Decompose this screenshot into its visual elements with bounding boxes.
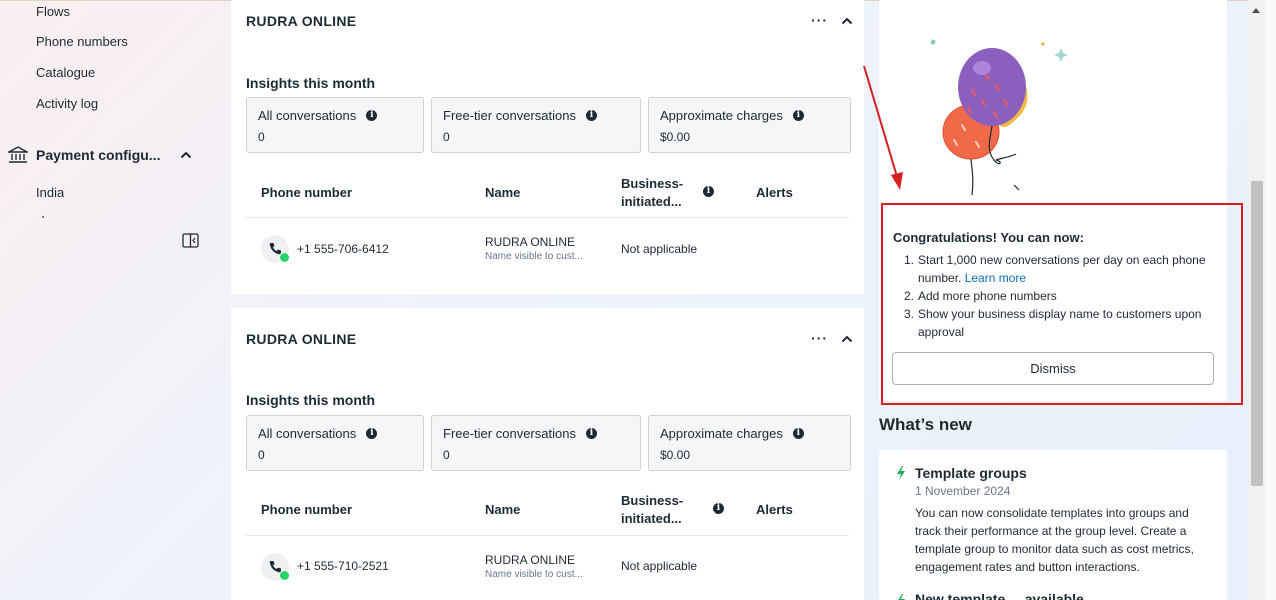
phone-number-cell[interactable]: +1 555-710-2521 <box>297 559 389 573</box>
column-header-name: Name <box>485 185 521 200</box>
metric-approximate-charges: Approximate charges i $0.00 <box>648 415 851 471</box>
column-header-alerts: Alerts <box>756 185 793 200</box>
info-icon[interactable]: i <box>792 110 804 121</box>
phone-icon[interactable] <box>261 235 290 263</box>
chevron-up-icon[interactable] <box>841 335 853 343</box>
phone-icon[interactable] <box>261 553 290 581</box>
account-card: RUDRA ONLINE ··· Insights this month All… <box>231 0 864 294</box>
metric-label: Approximate charges <box>660 108 783 123</box>
metric-value: 0 <box>443 448 450 462</box>
account-name: RUDRA ONLINE <box>246 331 357 347</box>
info-icon[interactable]: i <box>792 428 804 439</box>
metric-value: 0 <box>258 130 265 144</box>
name-subtext: Name visible to cust... <box>485 251 583 262</box>
scroll-up-arrow-icon[interactable] <box>1251 6 1261 14</box>
news-title[interactable]: New template ... available <box>915 591 1084 600</box>
metric-free-tier: Free-tier conversations i 0 <box>431 415 641 471</box>
column-header-name: Name <box>485 502 521 517</box>
news-title[interactable]: Template groups <box>915 465 1027 481</box>
info-icon[interactable]: i <box>703 186 714 197</box>
column-header-alerts: Alerts <box>756 502 793 517</box>
column-header-business-line2: initiated... <box>621 194 682 209</box>
business-cell: Not applicable <box>621 559 698 573</box>
metric-value: 0 <box>258 448 265 462</box>
column-header-business-line1: Business- <box>621 176 684 191</box>
metric-label: Free-tier conversations <box>443 108 576 123</box>
chevron-up-icon[interactable] <box>841 17 853 25</box>
name-cell: RUDRA ONLINE <box>485 235 576 249</box>
sidebar-section-payment[interactable]: Payment configu... <box>8 144 208 166</box>
name-subtext: Name visible to cust... <box>485 569 583 580</box>
lightning-icon <box>897 466 905 480</box>
metric-all-conversations: All conversations i 0 <box>246 97 424 153</box>
annotation-highlight-box <box>881 203 1243 405</box>
account-card: RUDRA ONLINE ··· Insights this month All… <box>231 308 864 600</box>
bank-icon <box>8 146 28 163</box>
metric-value: $0.00 <box>660 130 691 144</box>
scroll-hint-dot <box>42 216 44 218</box>
info-icon[interactable]: i <box>585 110 597 121</box>
info-icon[interactable]: i <box>366 110 378 121</box>
news-card: Template groups 1 November 2024 You can … <box>879 450 1227 600</box>
metric-approximate-charges: Approximate charges i $0.00 <box>648 97 851 153</box>
insights-title: Insights this month <box>246 75 376 91</box>
balloons-illustration <box>930 39 1068 196</box>
phone-number-cell[interactable]: +1 555-706-6412 <box>297 242 389 256</box>
table-divider <box>246 535 849 536</box>
whats-new-title: What’s new <box>879 415 972 434</box>
column-header-business-line2: initiated... <box>621 511 682 526</box>
column-header-phone: Phone number <box>261 185 353 200</box>
news-date: 1 November 2024 <box>915 484 1011 498</box>
column-header-phone: Phone number <box>261 502 353 517</box>
table-divider <box>246 217 849 218</box>
metric-value: 0 <box>443 130 450 144</box>
sidebar: Flows Phone numbers Catalogue Activity l… <box>0 0 231 600</box>
sidebar-item-phone-numbers[interactable]: Phone numbers <box>36 34 128 49</box>
column-header-business-line1: Business- <box>621 493 684 508</box>
scrollbar-thumb[interactable] <box>1251 181 1263 486</box>
business-cell: Not applicable <box>621 242 698 256</box>
name-cell: RUDRA ONLINE <box>485 553 576 567</box>
metric-value: $0.00 <box>660 448 691 462</box>
account-name: RUDRA ONLINE <box>246 13 357 29</box>
info-icon[interactable]: i <box>366 428 378 439</box>
metric-label: Free-tier conversations <box>443 426 576 441</box>
whatsapp-icon <box>279 570 290 581</box>
lightning-icon <box>898 594 905 600</box>
sidebar-item-india[interactable]: India <box>36 185 64 200</box>
annotation-arrow-icon <box>863 65 903 190</box>
collapse-sidebar-icon[interactable] <box>182 233 199 248</box>
info-icon[interactable]: i <box>585 428 597 439</box>
window-edge <box>1265 0 1276 600</box>
metric-label: Approximate charges <box>660 426 783 441</box>
news-body: You can now consolidate templates into g… <box>915 506 1194 574</box>
more-options-icon[interactable]: ··· <box>811 330 828 346</box>
sidebar-item-catalogue[interactable]: Catalogue <box>36 65 95 80</box>
insights-title: Insights this month <box>246 392 376 408</box>
sidebar-item-activity-log[interactable]: Activity log <box>36 96 98 111</box>
metric-all-conversations: All conversations i 0 <box>246 415 424 471</box>
sidebar-item-flows[interactable]: Flows <box>36 4 70 19</box>
whatsapp-icon <box>279 252 290 263</box>
metric-free-tier: Free-tier conversations i 0 <box>431 97 641 153</box>
chevron-up-icon[interactable] <box>180 151 192 159</box>
more-options-icon[interactable]: ··· <box>811 12 828 28</box>
info-icon[interactable]: i <box>713 503 724 514</box>
metric-label: All conversations <box>258 426 357 441</box>
metric-label: All conversations <box>258 108 357 123</box>
sidebar-item-payment-label: Payment configu... <box>36 147 161 163</box>
